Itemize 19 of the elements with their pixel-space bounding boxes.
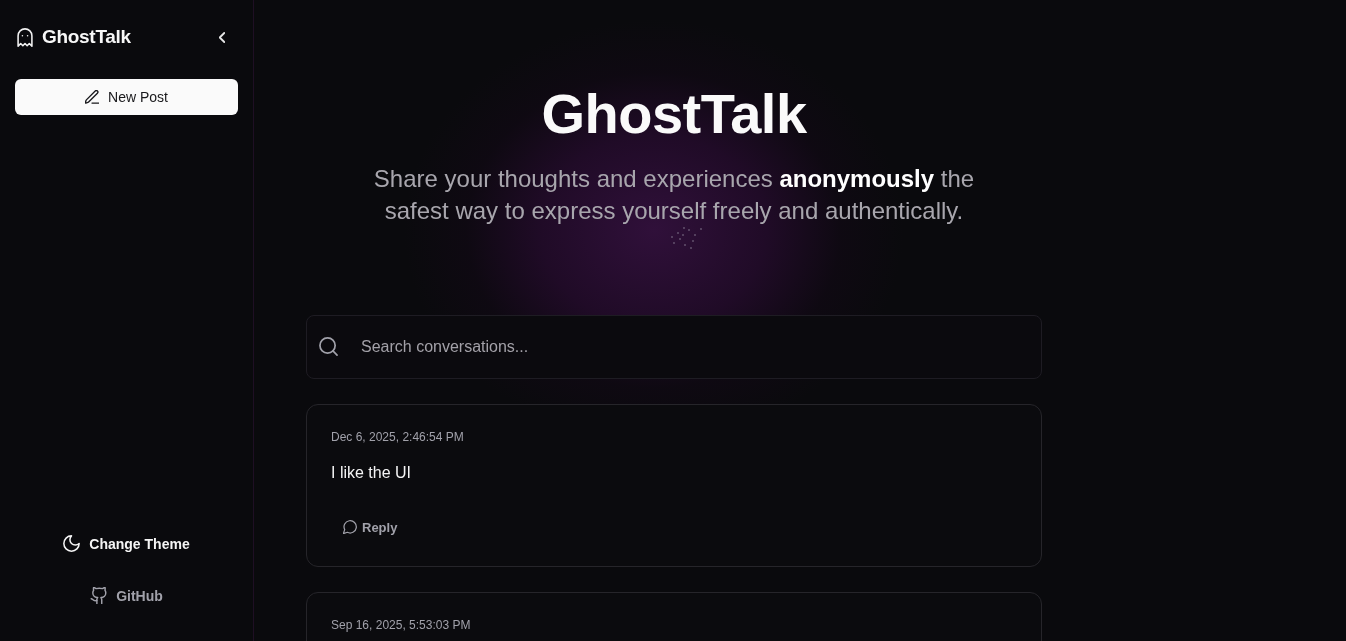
post-date: Sep 16, 2025, 5:53:03 PM: [331, 617, 471, 633]
hero-title: GhostTalk: [540, 81, 808, 147]
search-icon: [319, 337, 338, 356]
github-link[interactable]: GitHub: [90, 580, 163, 611]
search-field[interactable]: Search conversations...: [306, 315, 1042, 379]
chevron-left-icon: [219, 31, 225, 43]
sparkle-dots-icon: [671, 227, 703, 249]
post-date: Dec 6, 2025, 2:46:54 PM: [331, 429, 464, 445]
reply-button[interactable]: Reply: [335, 511, 406, 543]
change-theme-button[interactable]: Change Theme: [63, 528, 190, 559]
hero-subtitle: Share your thoughts and experiences anonymously the safest way to express yourself freely and authentically.: [372, 164, 976, 226]
ghost-icon: [17, 27, 33, 47]
github-icon: [90, 587, 108, 604]
brand-name: GhostTalk: [42, 26, 131, 48]
chat-bubble-icon: [343, 520, 357, 534]
new-post-button[interactable]: New Post: [15, 79, 238, 115]
post-text: I like the UI: [331, 463, 412, 483]
pencil-icon: [85, 90, 100, 104]
moon-icon: [63, 535, 81, 552]
